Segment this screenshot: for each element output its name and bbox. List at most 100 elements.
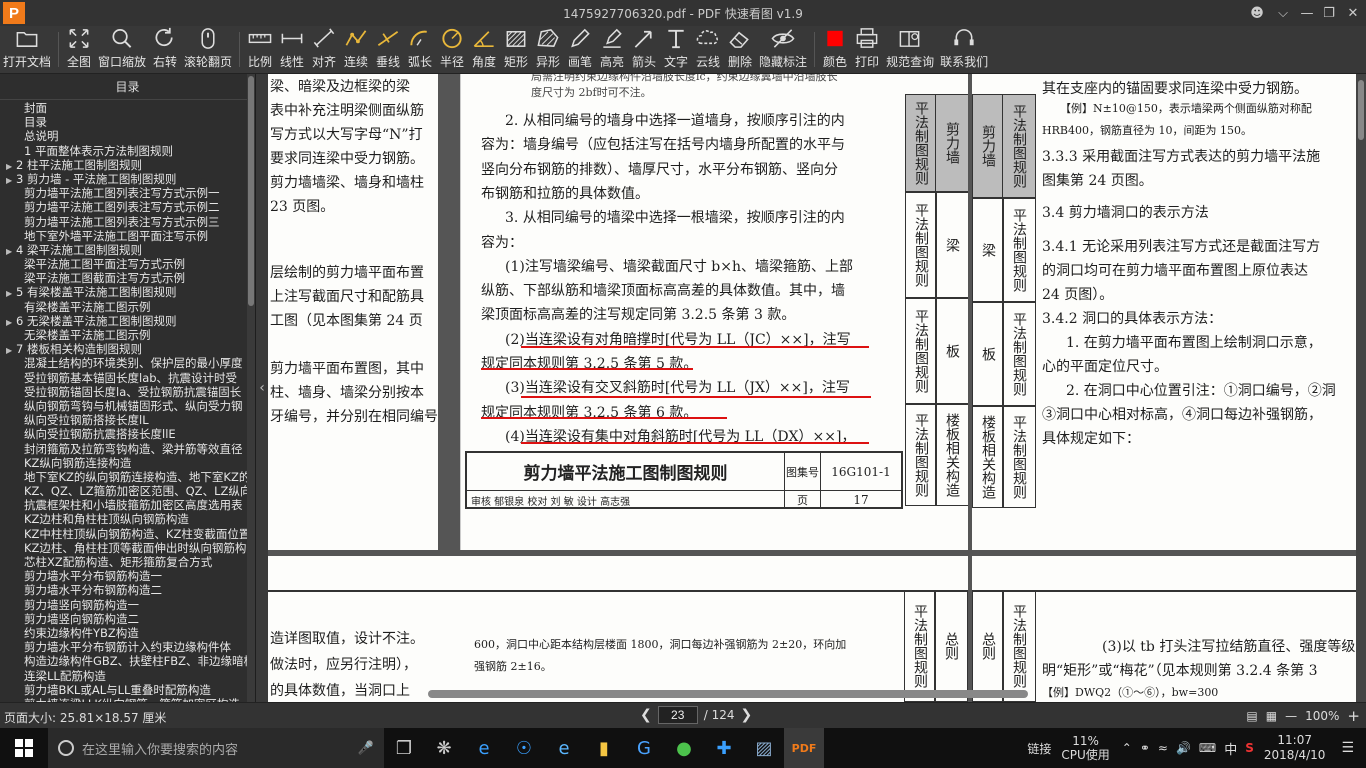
outline-item[interactable]: 构造边缘构件GBZ、扶壁柱FBZ、非边缘暗柱 <box>0 654 248 668</box>
outline-item[interactable]: KZ、QZ、LZ箍筋加密区范围、QZ、LZ纵向钢 <box>0 484 248 498</box>
outline-item[interactable]: 总说明 <box>0 129 248 143</box>
sogou-ime-icon[interactable]: S <box>1245 741 1254 755</box>
user-icon[interactable]: ☻ <box>1246 2 1268 24</box>
app-g-icon[interactable]: G <box>624 728 664 768</box>
double-page-view-icon[interactable]: ▦ <box>1266 709 1277 723</box>
close-icon[interactable]: ✕ <box>1342 2 1364 24</box>
outline-item[interactable]: ▶ 4 梁平法施工图制图规则 <box>0 243 248 257</box>
outline-item[interactable]: 剪力墙BKL或AL与LL重叠时配筋构造 <box>0 683 248 697</box>
tool-arrow[interactable]: 箭头 <box>628 26 660 73</box>
tool-fit-all[interactable]: 全图 <box>63 26 95 73</box>
outline-item[interactable]: 芯柱XZ配筋构造、矩形箍筋复合方式 <box>0 555 248 569</box>
outline-item[interactable]: 无梁楼盖平法施工图示例 <box>0 328 248 342</box>
tray-overflow-icon[interactable]: ⌃ <box>1122 741 1132 755</box>
outline-item[interactable]: 剪力墙竖向钢筋构造二 <box>0 612 248 626</box>
outline-item[interactable]: KZ中柱柱顶纵向钢筋构造、KZ柱变截面位置 <box>0 527 248 541</box>
outline-item[interactable]: 目录 <box>0 115 248 129</box>
outline-item[interactable]: KZ纵向钢筋连接构造 <box>0 456 248 470</box>
start-button[interactable] <box>0 728 48 768</box>
edge-browser-icon[interactable]: e <box>464 728 504 768</box>
tray-links[interactable]: 链接 <box>1027 740 1051 757</box>
tool-rotate-right[interactable]: 右转 <box>149 26 181 73</box>
tool-text[interactable]: 文字 <box>660 26 692 73</box>
outline-item[interactable]: ▶ 5 有梁楼盖平法施工图制图规则 <box>0 285 248 299</box>
outline-item[interactable]: 剪力墙竖向钢筋构造一 <box>0 598 248 612</box>
app-briefcase-icon[interactable]: ▨ <box>744 728 784 768</box>
tool-ruler[interactable]: 比例 <box>244 26 276 73</box>
tool-highlight[interactable]: 高亮 <box>596 26 628 73</box>
expand-arrow-icon[interactable]: ▶ <box>6 245 16 257</box>
outline-item[interactable]: 约束边缘构件YBZ构造 <box>0 626 248 640</box>
tool-eraser[interactable]: 删除 <box>724 26 756 73</box>
viewer-hscroll-thumb[interactable] <box>428 690 1028 698</box>
sidebar-scrollbar[interactable] <box>247 74 255 702</box>
app-pinwheel-icon[interactable]: ❋ <box>424 728 464 768</box>
wifi-icon[interactable]: ≈ <box>1158 741 1168 755</box>
app-plus-icon[interactable]: ✚ <box>704 728 744 768</box>
tool-hide-annotation[interactable]: 隐藏标注 <box>756 26 810 73</box>
tool-printer[interactable]: 打印 <box>851 26 883 73</box>
keyboard-icon[interactable]: ⌨ <box>1199 741 1216 755</box>
zoom-in-button[interactable]: + <box>1347 707 1360 725</box>
tool-mouse-wheel[interactable]: 滚轮翻页 <box>181 26 235 73</box>
viewer-vscroll-thumb[interactable] <box>1358 80 1364 140</box>
tool-headset[interactable]: 联系我们 <box>937 26 991 73</box>
microphone-icon[interactable]: 🎤 <box>358 741 374 756</box>
outline-item[interactable]: 受拉钢筋基本锚固长度lab、抗震设计时受 <box>0 371 248 385</box>
outline-item[interactable]: 封闭箍筋及拉筋弯钩构造、梁并筋等效直径 <box>0 442 248 456</box>
outline-item[interactable]: 剪力墙水平分布钢筋计入约束边缘构件体 <box>0 640 248 654</box>
outline-item[interactable]: 封面 <box>0 101 248 115</box>
outline-item[interactable]: 梁平法施工图截面注写方式示例 <box>0 271 248 285</box>
outline-item[interactable]: 剪力墙水平分布钢筋构造一 <box>0 569 248 583</box>
taskbar-search[interactable]: 在这里输入你要搜索的内容 🎤 <box>48 728 384 768</box>
outline-item[interactable]: ▶ 2 柱平法施工图制图规则 <box>0 158 248 172</box>
outline-item[interactable]: 1 平面整体表示方法制图规则 <box>0 144 248 158</box>
viewer-vscrollbar[interactable] <box>1356 74 1366 702</box>
outline-item[interactable]: KZ边柱和角柱柱顶纵向钢筋构造 <box>0 512 248 526</box>
zoom-out-button[interactable]: — <box>1285 709 1297 723</box>
app-green-icon[interactable]: ● <box>664 728 704 768</box>
expand-arrow-icon[interactable]: ▶ <box>6 316 16 328</box>
outline-item[interactable]: 剪力墙平法施工图列表注写方式示例三 <box>0 215 248 229</box>
volume-icon[interactable]: 🔊 <box>1176 741 1191 755</box>
tool-linear-measure[interactable]: 线性 <box>276 26 308 73</box>
outline-item[interactable]: ▶ 3 剪力墙 - 平法施工图制图规则 <box>0 172 248 186</box>
tool-continuous-measure[interactable]: 连续 <box>340 26 372 73</box>
task-view-icon[interactable]: ❐ <box>384 728 424 768</box>
tool-folder[interactable]: 打开文档 <box>0 26 54 73</box>
ie-browser-icon[interactable]: e <box>544 728 584 768</box>
outline-item[interactable]: 连梁LL配筋构造 <box>0 669 248 683</box>
page-number-input[interactable] <box>657 706 698 724</box>
outline-item[interactable]: 抗震框架柱和小墙肢箍筋加密区高度选用表 <box>0 498 248 512</box>
outline-item[interactable]: 地下室外墙平法施工图平面注写示例 <box>0 229 248 243</box>
file-explorer-icon[interactable]: ▮ <box>584 728 624 768</box>
clock[interactable]: 11:07 2018/4/10 <box>1264 733 1326 763</box>
outline-item[interactable]: 纵向受拉钢筋抗震搭接长度llE <box>0 427 248 441</box>
sidebar-scroll-thumb[interactable] <box>248 76 254 306</box>
outline-item[interactable]: 剪力墙水平分布钢筋构造二 <box>0 583 248 597</box>
tool-color-swatch[interactable]: 颜色 <box>819 26 851 73</box>
next-page-button[interactable]: ❯ <box>741 707 753 723</box>
browser-icon[interactable]: ☉ <box>504 728 544 768</box>
outline-item[interactable]: ▶ 6 无梁楼盖平法施工图制图规则 <box>0 314 248 328</box>
prev-page-button[interactable]: ❮ <box>640 707 652 723</box>
outline-item[interactable]: 剪力墙平法施工图列表注写方式示例二 <box>0 200 248 214</box>
outline-item[interactable]: KZ边柱、角柱柱顶等截面伸出时纵向钢筋构 <box>0 541 248 555</box>
tool-book-search[interactable]: 规范查询 <box>883 26 937 73</box>
pdf-viewer-taskbar-icon[interactable]: PDF <box>784 728 824 768</box>
minimize-icon[interactable]: — <box>1296 2 1318 24</box>
outline-item[interactable]: 剪力墙平法施工图列表注写方式示例一 <box>0 186 248 200</box>
document-viewer[interactable]: 梁、暗梁及边框梁的梁 表中补充注明梁侧面纵筋 写方式以大写字母“N”打 要求同连梁中受… <box>268 74 1366 702</box>
outline-item[interactable]: 纵向受拉钢筋搭接长度lL <box>0 413 248 427</box>
tool-angle[interactable]: 角度 <box>468 26 500 73</box>
outline-item[interactable]: ▶ 7 楼板相关构造制图规则 <box>0 342 248 356</box>
menu-icon[interactable]: ⌵ <box>1272 2 1294 24</box>
tool-cloud-line[interactable]: 云线 <box>692 26 724 73</box>
tool-irregular-area[interactable]: 异形 <box>532 26 564 73</box>
single-page-view-icon[interactable]: ▤ <box>1246 709 1257 723</box>
ime-indicator[interactable]: 中 <box>1224 739 1237 758</box>
outline-item[interactable]: 纵向钢筋弯钩与机械锚固形式、纵向受力钢 <box>0 399 248 413</box>
outline-item[interactable]: 地下室KZ的纵向钢筋连接构造、地下室KZ的 <box>0 470 248 484</box>
expand-arrow-icon[interactable]: ▶ <box>6 344 16 356</box>
notification-icon[interactable]: ☰ <box>1341 740 1354 756</box>
